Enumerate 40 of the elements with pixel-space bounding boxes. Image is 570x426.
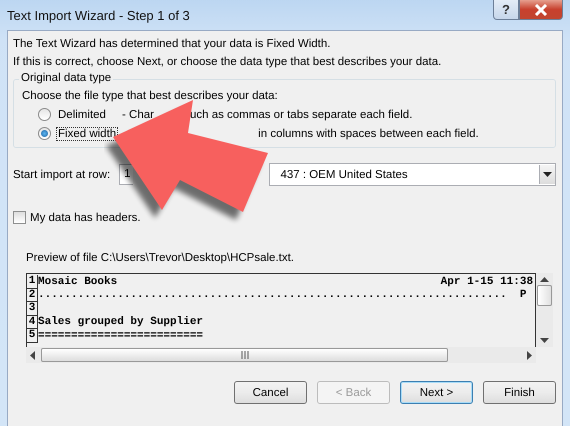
preview-line: ========================= [38,330,204,342]
line-number: 1 [27,275,38,288]
preview-line: Sales grouped by Supplier [38,316,204,328]
line-number: 2 [27,288,38,302]
prompt-text: Choose the file type that best describes your data: [22,90,279,102]
line-number: 5 [27,329,38,342]
group-title: Original data type [19,72,114,84]
window-title: Text Import Wizard - Step 1 of 3 [7,8,190,22]
dialog-button[interactable]: Finish [483,381,556,404]
preview-caption: Preview of file C:\Users\Trevor\Desktop\HCPsale.txt. [26,252,295,264]
dialog-button[interactable]: Cancel [234,381,307,404]
option-description: uch as commas or tabs separate each field. [190,108,412,120]
preview-line: ....................................................................... P [38,289,526,302]
intro-text: The Text Wizard has determined that your data is Fixed Width. [13,38,332,50]
start-row-label: Start import at row: [13,168,112,180]
checkbox-label[interactable]: My data has headers. [30,212,141,224]
checkbox[interactable] [13,211,26,224]
grip-icon [240,351,250,359]
option-description: - Char [122,108,154,120]
radio-button[interactable] [38,127,51,140]
intro-text: If this is correct, choose Next, or choose the data type that best describes your data. [13,56,442,68]
scroll-up-icon[interactable] [540,277,549,282]
horizontal-scrollbar[interactable] [26,347,536,363]
line-number: 4 [27,316,38,329]
dialog-button[interactable]: Next > [400,381,473,404]
option-description: in columns with spaces between each field. [258,128,479,140]
close-button[interactable] [519,0,563,20]
line-number: 3 [27,302,38,316]
option-label[interactable]: Delimited [56,108,122,122]
scroll-left-icon[interactable] [30,350,35,360]
scroll-right-icon[interactable] [527,350,532,360]
preview-line: Mosaic Books Apr 1-15 11:38 [38,276,534,288]
close-icon [534,4,548,16]
start-row-spinner[interactable]: 1 [119,164,133,185]
radio-button[interactable] [38,108,51,121]
dropdown-caret-icon [542,172,552,177]
scroll-down-icon[interactable] [540,338,549,343]
file-origin-dropdown[interactable]: 437 : OEM United States [269,163,556,186]
vertical-scrollbar[interactable] [536,273,553,347]
help-button[interactable]: ? [493,0,519,20]
